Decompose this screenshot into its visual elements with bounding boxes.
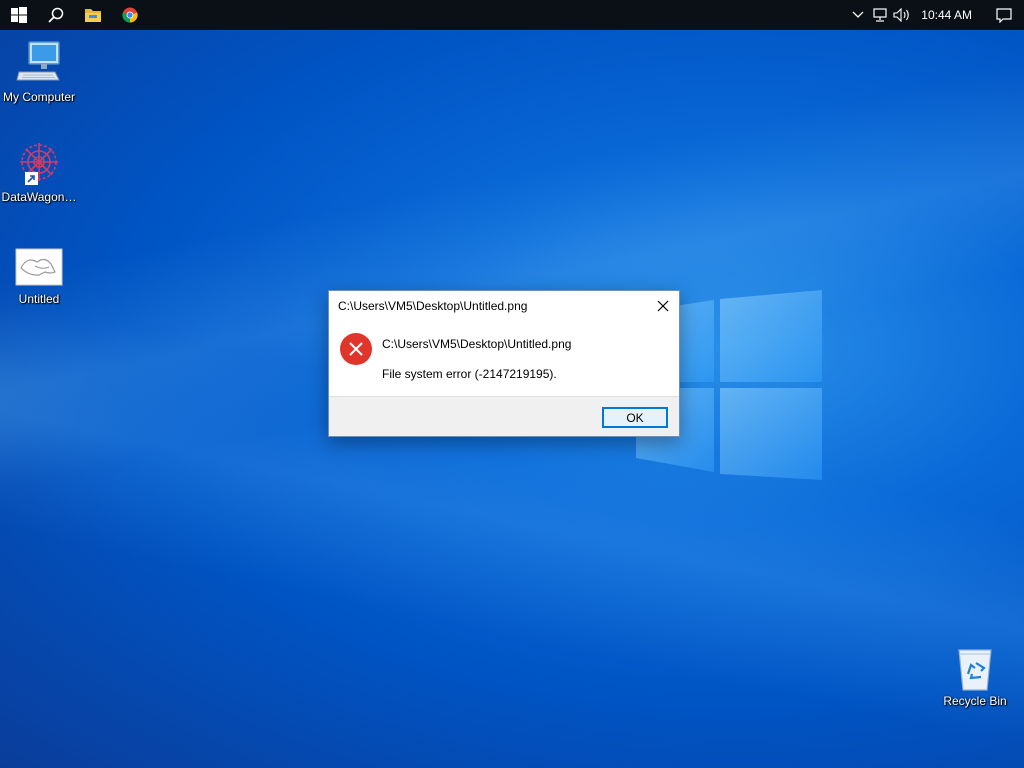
chrome-icon[interactable] bbox=[111, 0, 148, 30]
dialog-error-message: File system error (-2147219195). bbox=[382, 367, 557, 381]
desktop-icon-my-computer[interactable]: My Computer bbox=[0, 40, 78, 104]
windows-start-icon[interactable] bbox=[0, 0, 37, 30]
desktop-icon-datawagon[interactable]: DataWagon… bbox=[0, 140, 78, 204]
file-explorer-icon[interactable] bbox=[74, 0, 111, 30]
desktop-icon-untitled[interactable]: Untitled bbox=[0, 248, 78, 306]
recycle-bin-icon bbox=[951, 644, 999, 692]
desktop-icon-label: DataWagon… bbox=[1, 190, 77, 204]
datawagon-shortcut-icon bbox=[15, 140, 63, 188]
ok-button[interactable]: OK bbox=[602, 407, 668, 428]
taskbar-clock[interactable]: 10:44 AM bbox=[913, 0, 984, 30]
dialog-title-bar[interactable]: C:\Users\VM5\Desktop\Untitled.png bbox=[329, 291, 679, 321]
dialog-file-path: C:\Users\VM5\Desktop\Untitled.png bbox=[382, 337, 572, 351]
dialog-title: C:\Users\VM5\Desktop\Untitled.png bbox=[338, 299, 528, 313]
dialog-body: C:\Users\VM5\Desktop\Untitled.png File s… bbox=[329, 321, 679, 397]
close-icon[interactable] bbox=[647, 291, 679, 321]
taskbar: 10:44 AM bbox=[0, 0, 1024, 30]
computer-icon bbox=[15, 40, 63, 88]
error-dialog: C:\Users\VM5\Desktop\Untitled.png C:\Use… bbox=[328, 290, 680, 437]
system-tray: 10:44 AM bbox=[847, 0, 1024, 30]
dialog-footer: OK bbox=[329, 396, 679, 436]
action-center-icon[interactable] bbox=[984, 0, 1024, 30]
search-icon[interactable] bbox=[37, 0, 74, 30]
image-file-icon bbox=[15, 248, 63, 296]
desktop-icon-recycle-bin[interactable]: Recycle Bin bbox=[936, 644, 1014, 708]
chevron-up-icon[interactable] bbox=[847, 0, 869, 30]
error-icon bbox=[340, 333, 372, 365]
desktop-icon-label: Recycle Bin bbox=[943, 694, 1007, 708]
network-icon[interactable] bbox=[869, 0, 891, 30]
desktop-icon-label: My Computer bbox=[2, 90, 76, 104]
volume-icon[interactable] bbox=[891, 0, 913, 30]
